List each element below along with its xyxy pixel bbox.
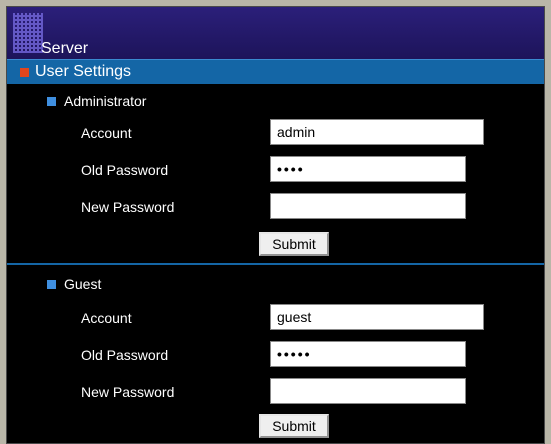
guest-new-password-input[interactable] — [270, 378, 466, 404]
orange-square-icon — [20, 68, 29, 77]
blue-square-icon — [47, 280, 56, 289]
section-header-user-settings: User Settings — [7, 59, 544, 84]
guest-old-password-label: Old Password — [81, 347, 169, 363]
title-bar: Server — [7, 7, 544, 59]
admin-account-label: Account — [81, 125, 132, 141]
admin-submit-button[interactable]: Submit — [259, 232, 329, 256]
admin-new-password-label: New Password — [81, 199, 175, 215]
section-divider — [7, 263, 544, 265]
grid-logo-icon — [13, 13, 43, 53]
subsection-guest: Guest — [7, 273, 544, 295]
admin-new-password-input[interactable] — [270, 193, 466, 219]
guest-new-password-label: New Password — [81, 384, 175, 400]
guest-old-password-input[interactable] — [270, 341, 466, 367]
admin-old-password-label: Old Password — [81, 162, 169, 178]
guest-account-label: Account — [81, 310, 132, 326]
subsection-title-administrator: Administrator — [64, 93, 147, 109]
window-title: Server — [41, 40, 89, 57]
admin-old-password-input[interactable] — [270, 156, 466, 182]
settings-panel: Server User Settings Administrator Accou… — [6, 6, 545, 444]
section-title: User Settings — [35, 63, 132, 80]
admin-account-input[interactable] — [270, 119, 484, 145]
subsection-title-guest: Guest — [64, 276, 102, 292]
guest-account-input[interactable] — [270, 304, 484, 330]
guest-submit-button[interactable]: Submit — [259, 414, 329, 438]
blue-square-icon — [47, 97, 56, 106]
subsection-administrator: Administrator — [7, 90, 544, 112]
